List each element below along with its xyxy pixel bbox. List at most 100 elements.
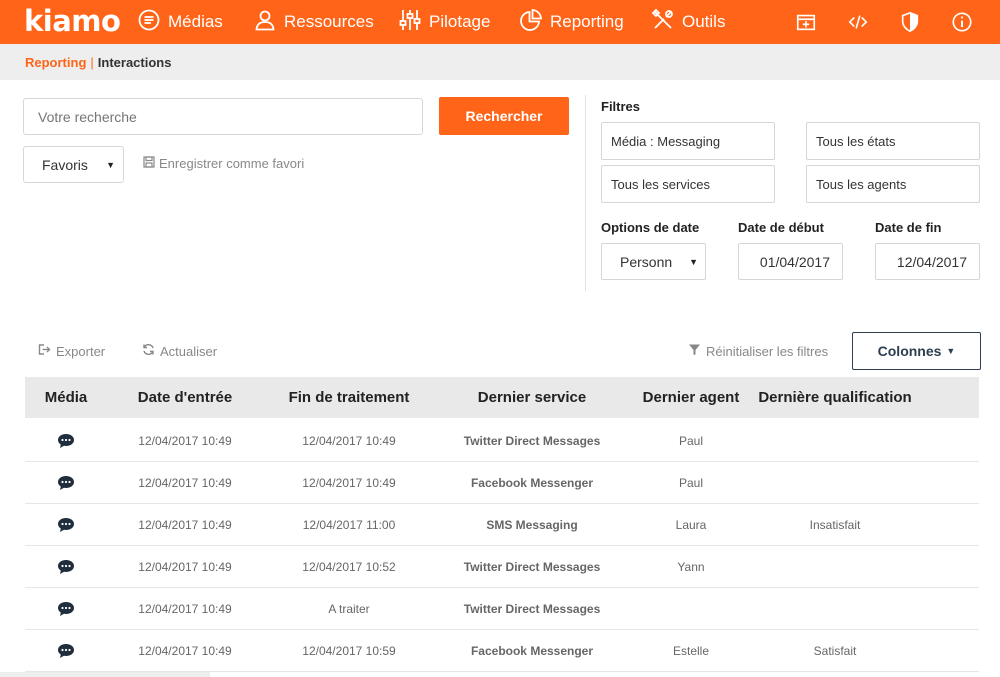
chat-bubble-icon: [25, 546, 107, 588]
chat-bubble-icon: [137, 8, 161, 37]
breadcrumb-reporting-link[interactable]: Reporting: [25, 55, 86, 70]
end-processing-cell: 12/04/2017 10:49: [302, 476, 396, 490]
last-service-cell: Twitter Direct Messages: [463, 434, 601, 448]
end-processing-cell: 12/04/2017 10:49: [302, 434, 396, 448]
nav-item-reporting[interactable]: Reporting: [519, 0, 624, 44]
table-row[interactable]: 12/04/2017 10:49 12/04/2017 10:49 Twitte…: [25, 420, 979, 462]
refresh-label: Actualiser: [160, 343, 218, 359]
columns-button[interactable]: Colonnes ▼: [852, 332, 981, 370]
caret-down-icon: ▼: [106, 160, 115, 170]
chat-bubble-icon: [25, 504, 107, 546]
date-options-dropdown[interactable]: Personn ▼: [601, 243, 706, 280]
date-options-value: Personn: [620, 253, 673, 270]
end-date-label: Date de fin: [875, 220, 942, 235]
code-icon[interactable]: [843, 0, 873, 44]
entry-date-cell: 12/04/2017 10:49: [138, 518, 232, 532]
refresh-icon: [142, 343, 155, 359]
end-processing-cell: A traiter: [328, 602, 370, 616]
last-agent-cell: Laura: [675, 518, 707, 532]
end-processing-cell: 12/04/2017 10:52: [302, 560, 396, 574]
chat-bubble-icon: [25, 588, 107, 630]
reset-filters-label: Réinitialiser les filtres: [706, 343, 829, 359]
filter-states[interactable]: Tous les états: [806, 122, 980, 160]
filter-services[interactable]: Tous les services: [601, 165, 775, 203]
table-row[interactable]: 12/04/2017 10:49 12/04/2017 10:59 Facebo…: [25, 630, 979, 672]
bottom-divider: [0, 672, 210, 677]
caret-down-icon: ▼: [689, 257, 698, 267]
user-icon: [253, 8, 277, 37]
refresh-button[interactable]: Actualiser: [142, 343, 217, 359]
entry-date-cell: 12/04/2017 10:49: [138, 434, 232, 448]
favorites-dropdown[interactable]: Favoris ▼: [23, 146, 124, 183]
top-navbar: kiamo Médias Ressources Pilotage Reporti…: [0, 0, 1000, 44]
end-processing-cell: 12/04/2017 11:00: [302, 518, 396, 532]
filters-title: Filtres: [601, 99, 641, 114]
last-service-cell: Twitter Direct Messages: [463, 560, 601, 574]
reset-filters-button[interactable]: Réinitialiser les filtres: [688, 343, 828, 359]
filter-icon: [688, 343, 701, 359]
column-header-last-agent[interactable]: Dernier agent: [629, 377, 753, 418]
breadcrumb: Reporting | Interactions: [0, 44, 1000, 80]
nav-item-ressources[interactable]: Ressources: [253, 0, 374, 44]
last-agent-cell: Paul: [678, 476, 704, 490]
nav-label: Ressources: [284, 12, 374, 31]
last-agent-cell: [629, 588, 753, 630]
nav-item-pilotage[interactable]: Pilotage: [398, 0, 490, 44]
sliders-icon: [398, 8, 422, 37]
date-options-label: Options de date: [601, 220, 700, 235]
filter-agents[interactable]: Tous les agents: [806, 165, 980, 203]
nav-label: Médias: [168, 12, 223, 31]
search-button[interactable]: Rechercher: [439, 97, 569, 135]
filter-media[interactable]: Média : Messaging: [601, 122, 775, 160]
start-date-label: Date de début: [738, 220, 824, 235]
column-header-media[interactable]: Média: [25, 377, 107, 418]
entry-date-cell: 12/04/2017 10:49: [138, 644, 232, 658]
shield-icon[interactable]: [895, 0, 925, 44]
floppy-disk-icon: [143, 156, 155, 171]
export-icon: [38, 343, 51, 359]
nav-item-outils[interactable]: Outils: [651, 0, 725, 44]
nav-item-medias[interactable]: Médias: [137, 0, 223, 44]
search-input[interactable]: [23, 98, 423, 135]
column-header-entry-date[interactable]: Date d'entrée: [107, 377, 263, 418]
column-header-end-processing[interactable]: Fin de traitement: [263, 377, 435, 418]
info-icon[interactable]: [947, 0, 977, 44]
last-qualification-cell: Satisfait: [813, 644, 857, 658]
save-favorite-label: Enregistrer comme favori: [159, 156, 305, 171]
export-label: Exporter: [56, 343, 106, 359]
breadcrumb-current: Interactions: [97, 54, 172, 70]
breadcrumb-separator: |: [90, 54, 94, 70]
end-processing-cell: 12/04/2017 10:59: [302, 644, 396, 658]
table-row[interactable]: 12/04/2017 10:49 A traiter Twitter Direc…: [25, 588, 979, 630]
calendar-icon[interactable]: [791, 0, 821, 44]
chat-bubble-icon: [25, 420, 107, 462]
chat-bubble-icon: [25, 630, 107, 672]
column-header-last-service[interactable]: Dernier service: [435, 377, 629, 418]
table-row[interactable]: 12/04/2017 10:49 12/04/2017 10:52 Twitte…: [25, 546, 979, 588]
nav-label: Outils: [682, 12, 726, 31]
vertical-divider: [585, 95, 586, 291]
end-date-field[interactable]: 12/04/2017: [875, 243, 980, 280]
table-row[interactable]: 12/04/2017 10:49 12/04/2017 11:00 SMS Me…: [25, 504, 979, 546]
export-button[interactable]: Exporter: [38, 343, 105, 359]
last-agent-cell: Yann: [677, 560, 705, 574]
chat-bubble-icon: [25, 462, 107, 504]
last-agent-cell: Estelle: [672, 644, 710, 658]
last-qualification-cell: [753, 588, 917, 630]
last-qualification-cell: [753, 546, 917, 588]
tools-icon: [651, 8, 675, 37]
start-date-field[interactable]: 01/04/2017: [738, 243, 843, 280]
last-qualification-cell: Insatisfait: [809, 518, 861, 532]
last-service-cell: Facebook Messenger: [470, 644, 594, 658]
last-service-cell: Twitter Direct Messages: [463, 602, 601, 616]
nav-label: Reporting: [550, 12, 624, 31]
table-row[interactable]: 12/04/2017 10:49 12/04/2017 10:49 Facebo…: [25, 462, 979, 504]
last-service-cell: SMS Messaging: [486, 518, 578, 532]
save-favorite-link[interactable]: Enregistrer comme favori: [143, 156, 304, 171]
kiamo-logo[interactable]: kiamo: [24, 4, 121, 38]
last-service-cell: Facebook Messenger: [470, 476, 594, 490]
columns-label: Colonnes: [877, 343, 942, 359]
pie-chart-icon: [519, 8, 543, 37]
last-qualification-cell: [753, 462, 917, 504]
column-header-last-qualification[interactable]: Dernière qualification: [753, 377, 917, 418]
